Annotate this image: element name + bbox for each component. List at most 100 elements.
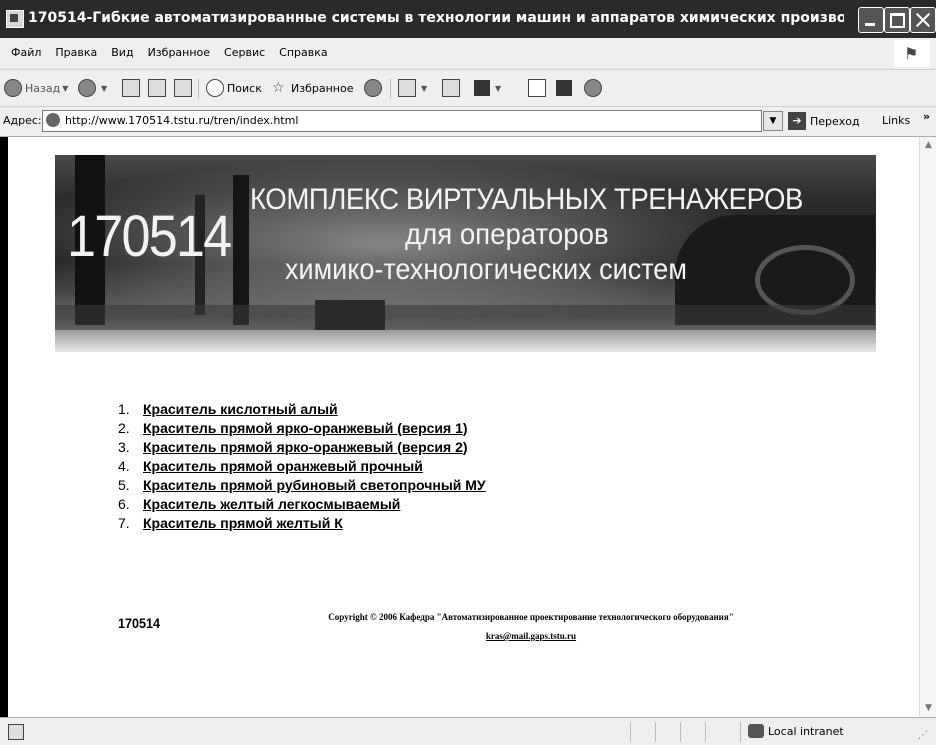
title-bar: 170514-Гибкие автоматизированные системы… — [0, 0, 936, 38]
status-bar: Local intranet ⋰ — [0, 717, 936, 745]
links-more-chevron[interactable]: » — [923, 110, 930, 123]
window-title: 170514-Гибкие автоматизированные системы… — [28, 10, 844, 26]
go-label: Переход — [810, 114, 860, 128]
list-item-number: 5. — [118, 476, 130, 493]
copyright-text: Copyright © 2006 Кафедра "Автоматизирова… — [328, 612, 734, 622]
intranet-icon — [748, 724, 764, 738]
messenger-icon — [584, 79, 602, 97]
menu-view[interactable]: Вид — [104, 46, 140, 59]
forward-arrow-icon — [78, 79, 96, 97]
status-divider — [705, 722, 706, 742]
footer-code: 170514 — [118, 615, 161, 631]
status-divider — [680, 722, 681, 742]
list-item-number: 7. — [118, 514, 130, 531]
simulator-link[interactable]: Краситель прямой желтый К — [143, 515, 343, 531]
links-toolbar[interactable]: Links — [882, 114, 910, 127]
print-button[interactable] — [442, 78, 463, 98]
list-item-number: 3. — [118, 438, 130, 455]
history-icon — [364, 79, 382, 97]
menu-help[interactable]: Справка — [272, 46, 334, 59]
close-button[interactable] — [910, 7, 936, 33]
status-divider — [740, 722, 741, 742]
home-icon — [174, 79, 192, 97]
search-button[interactable]: Поиск — [206, 78, 262, 98]
page-status-icon — [8, 724, 24, 740]
menu-file[interactable]: Файл — [4, 46, 48, 59]
back-arrow-icon — [4, 79, 22, 97]
toolbar-divider — [390, 79, 391, 99]
banner-title-line3: химико-технологических систем — [285, 253, 687, 286]
menu-edit[interactable]: Правка — [48, 46, 104, 59]
address-input[interactable]: http://www.170514.tstu.ru/tren/index.htm… — [42, 110, 762, 132]
address-dropdown-button[interactable]: ▼ — [763, 111, 783, 131]
banner-title-line1: КОМПЛЕКС ВИРТУАЛЬНЫХ ТРЕНАЖЕРОВ — [250, 183, 803, 216]
list-item: 7. Краситель прямой желтый К — [118, 513, 486, 532]
edit-word-button[interactable]: ▼ — [474, 78, 501, 98]
scroll-up-icon[interactable]: ▲ — [920, 137, 936, 154]
page-icon — [46, 113, 60, 127]
contact-email-link[interactable]: kras@mail.gaps.tstu.ru — [246, 631, 816, 641]
favorites-button[interactable]: ☆ Избранное — [272, 78, 353, 98]
go-arrow-icon: ➔ — [788, 112, 806, 130]
mail-icon — [398, 79, 416, 97]
simulator-link[interactable]: Краситель прямой ярко-оранжевый (версия … — [143, 439, 468, 455]
stop-icon — [122, 79, 140, 97]
vertical-scrollbar[interactable]: ▲ ▼ — [919, 137, 936, 717]
list-item-number: 6. — [118, 495, 130, 512]
discuss-button[interactable] — [528, 78, 549, 98]
toolbar-divider — [198, 79, 199, 99]
list-item-number: 2. — [118, 419, 130, 436]
go-button[interactable]: ➔ Переход — [788, 111, 860, 131]
research-button[interactable] — [556, 78, 575, 98]
word-icon — [474, 80, 490, 96]
star-icon: ☆ — [272, 80, 285, 96]
resize-grip-icon[interactable]: ⋰ — [918, 730, 928, 741]
back-button[interactable]: Назад ▼ — [4, 78, 68, 98]
address-label: Адрес: — [3, 114, 42, 127]
home-button[interactable] — [174, 78, 195, 98]
chevron-down-icon: ▼ — [495, 83, 502, 93]
discuss-icon — [528, 79, 546, 97]
search-label: Поиск — [227, 81, 262, 95]
simulator-link[interactable]: Краситель прямой рубиновый светопрочный … — [143, 477, 486, 493]
research-icon — [556, 80, 572, 96]
web-page: 170514 КОМПЛЕКС ВИРТУАЛЬНЫХ ТРЕНАЖЕРОВ д… — [8, 137, 919, 717]
history-button[interactable] — [364, 78, 385, 98]
list-item: 4. Краситель прямой оранжевый прочный — [118, 456, 486, 475]
status-divider — [655, 722, 656, 742]
windows-logo-icon: ⚑ — [894, 40, 930, 67]
status-divider — [630, 722, 631, 742]
chevron-down-icon: ▼ — [101, 83, 108, 93]
scroll-down-icon[interactable]: ▼ — [920, 700, 936, 717]
minimize-button[interactable] — [858, 7, 884, 33]
simulator-link[interactable]: Краситель кислотный алый — [143, 401, 338, 417]
search-icon — [206, 79, 224, 97]
browser-window: 170514-Гибкие автоматизированные системы… — [0, 0, 936, 745]
maximize-button[interactable] — [884, 7, 910, 33]
toolbar: Назад ▼ ▼ Поиск ☆ Избранное ▼ ▼ — [0, 70, 936, 107]
chevron-down-icon: ▼ — [421, 83, 428, 93]
messenger-button[interactable] — [584, 78, 605, 98]
list-item: 5. Краситель прямой рубиновый светопрочн… — [118, 475, 486, 494]
simulator-link[interactable]: Краситель прямой оранжевый прочный — [143, 458, 423, 474]
simulator-link[interactable]: Краситель прямой ярко-оранжевый (версия … — [143, 420, 468, 436]
favorites-label: Избранное — [291, 81, 354, 95]
address-url[interactable]: http://www.170514.tstu.ru/tren/index.htm… — [65, 114, 298, 127]
zone-label: Local intranet — [768, 724, 844, 738]
list-item: 3. Краситель прямой ярко-оранжевый (верс… — [118, 437, 486, 456]
mail-button[interactable]: ▼ — [398, 78, 427, 98]
header-banner: 170514 КОМПЛЕКС ВИРТУАЛЬНЫХ ТРЕНАЖЕРОВ д… — [55, 155, 876, 352]
menu-bar: Файл Правка Вид Избранное Сервис Справка… — [0, 38, 936, 70]
browser-app-icon[interactable] — [6, 10, 24, 28]
list-item-number: 1. — [118, 400, 130, 417]
print-icon — [442, 79, 460, 97]
refresh-button[interactable] — [148, 78, 169, 98]
simulator-list: 1. Краситель кислотный алый 2. Краситель… — [118, 399, 486, 532]
address-bar: Адрес: http://www.170514.tstu.ru/tren/in… — [0, 107, 936, 137]
stop-button[interactable] — [122, 78, 143, 98]
menu-favorites[interactable]: Избранное — [141, 46, 217, 59]
simulator-link[interactable]: Краситель желтый легкосмываемый — [143, 496, 400, 512]
menu-tools[interactable]: Сервис — [217, 46, 272, 59]
forward-button[interactable]: ▼ — [78, 78, 107, 98]
list-item: 2. Краситель прямой ярко-оранжевый (верс… — [118, 418, 486, 437]
